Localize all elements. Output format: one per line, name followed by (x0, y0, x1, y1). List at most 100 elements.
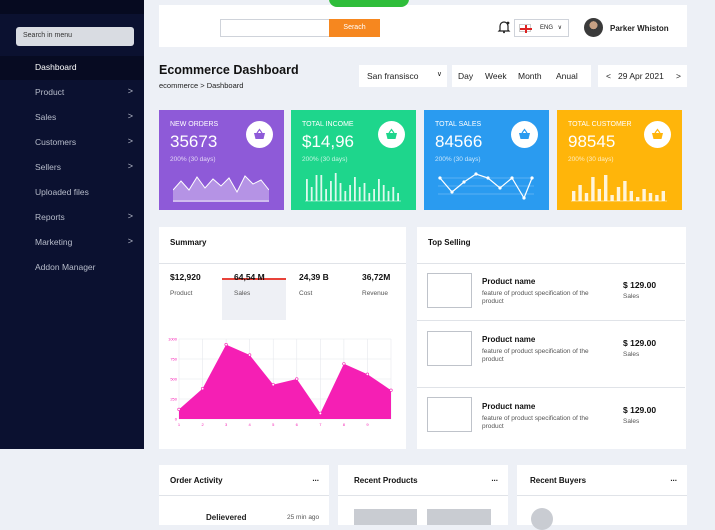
more-icon[interactable]: ... (491, 474, 498, 483)
cost-stat-value: 24,39 B (299, 272, 329, 282)
sales-stat-highlight[interactable] (222, 278, 286, 320)
y-tick-label: 0 (175, 417, 178, 422)
y-tick-label: 500 (170, 377, 177, 382)
card-value: 35673 (170, 132, 218, 151)
x-tick-label: 4 (249, 422, 252, 427)
period-month-button[interactable]: Month (518, 71, 542, 81)
summary-area-fill (179, 344, 391, 419)
sidebar-item-sales[interactable]: Sales > (0, 106, 144, 130)
date-next-button[interactable]: > (676, 71, 681, 81)
total-income-sparkline (305, 173, 401, 202)
divider (159, 263, 406, 264)
period-selector: Day Week Month Anual (452, 65, 591, 87)
income-spark-bar (368, 193, 371, 201)
bell-icon[interactable] (497, 20, 511, 34)
language-select[interactable]: ENG ∨ (514, 19, 569, 37)
period-week-button[interactable]: Week (485, 71, 507, 81)
sidebar-item-marketing[interactable]: Marketing > (0, 231, 144, 255)
basket-icon[interactable] (246, 121, 273, 148)
basket-icon[interactable] (644, 121, 671, 148)
income-spark-bar (358, 187, 361, 201)
summary-data-point[interactable] (224, 342, 228, 347)
more-icon[interactable]: ... (670, 474, 677, 483)
order-time: 25 min ago (287, 514, 320, 521)
period-day-button[interactable]: Day (458, 71, 473, 81)
y-tick-label: 250 (170, 397, 177, 402)
customer-spark-bar (584, 193, 589, 201)
x-tick-label: 2 (201, 422, 204, 427)
period-anual-button[interactable]: Anual (556, 71, 578, 81)
sidebar-item-dashboard[interactable]: Dashboard (0, 56, 144, 80)
avatar[interactable] (584, 18, 603, 37)
customer-spark-bar (648, 193, 653, 201)
divider (417, 263, 685, 264)
buyer-avatar[interactable] (531, 508, 553, 530)
card-subtext: 200% (30 days) (302, 156, 348, 163)
x-tick-label: 1 (178, 422, 181, 427)
card-subtext: 200% (30 days) (435, 156, 481, 163)
customer-spark-bar (636, 197, 640, 201)
summary-data-point[interactable] (342, 362, 346, 366)
revenue-stat-label: Revenue (362, 290, 389, 297)
search-button[interactable]: Serach (329, 19, 380, 37)
recent-products-panel: Recent Products ... (338, 465, 508, 525)
sales-stat-value: 64,54 M (234, 272, 265, 282)
sidebar-item-customers[interactable]: Customers > (0, 131, 144, 155)
divider (417, 387, 685, 388)
income-spark-bar (310, 187, 313, 201)
divider (159, 495, 329, 496)
customer-spark-bar (572, 191, 576, 201)
summary-title: Summary (170, 238, 207, 247)
date-prev-button[interactable]: < (606, 71, 611, 81)
search-input[interactable] (220, 19, 330, 37)
total-income-card: TOTAL INCOME $14,96 200% (30 days) (291, 110, 416, 210)
product-stat-value: $12,920 (170, 272, 201, 282)
user-name[interactable]: Parker Whiston (610, 24, 669, 33)
city-select[interactable]: San fransisco ∨ (359, 65, 447, 87)
top-bar: Serach ENG ∨ Parker Whiston (159, 0, 687, 47)
more-icon[interactable]: ... (312, 474, 319, 483)
order-activity-title: Order Activity (170, 476, 223, 485)
summary-data-point[interactable] (200, 386, 205, 391)
sidebar-search-input[interactable]: Search in menu (16, 27, 134, 46)
sidebar-item-product[interactable]: Product > (0, 81, 144, 105)
summary-data-point[interactable] (389, 388, 393, 392)
income-spark-bar (349, 185, 351, 201)
sales-stat-label: Sales (234, 290, 251, 297)
date-picker: < 29 Apr 2021 > (598, 65, 687, 87)
sidebar-item-sellers[interactable]: Sellers > (0, 156, 144, 180)
sidebar-item-addon-manager[interactable]: Addon Manager (0, 256, 144, 280)
product-thumbnail[interactable] (427, 509, 491, 525)
card-label: TOTAL INCOME (302, 121, 354, 128)
product-description: feature of product specification of the … (482, 415, 589, 430)
income-spark-bar (373, 189, 375, 201)
income-spark-bar (334, 173, 337, 201)
new-orders-card: NEW ORDERS 35673 200% (30 days) (159, 110, 284, 210)
chevron-down-icon: ∨ (436, 71, 442, 78)
summary-data-point[interactable] (295, 377, 299, 381)
breadcrumb[interactable]: ecommerce > Dashboard (159, 81, 243, 90)
top-selling-title: Top Selling (428, 238, 471, 247)
card-subtext: 200% (30 days) (568, 156, 614, 163)
product-price: $ 129.00 (623, 338, 657, 348)
product-description: feature of product specification of the … (482, 348, 589, 363)
sidebar-item-uploaded-files[interactable]: Uploaded files (0, 181, 144, 205)
sidebar-item-label: Product (35, 87, 65, 97)
summary-area-chart: 1000 750 500 250 01 2 3 4 5 6 7 8 9 (168, 337, 393, 427)
sidebar-item-reports[interactable]: Reports > (0, 206, 144, 230)
basket-icon[interactable] (378, 121, 405, 148)
summary-data-point[interactable] (365, 372, 370, 376)
x-tick-label: 7 (319, 422, 322, 427)
summary-data-point[interactable] (248, 353, 252, 357)
summary-data-point[interactable] (271, 382, 275, 387)
product-thumbnail[interactable] (354, 509, 417, 525)
summary-data-point[interactable] (177, 407, 181, 411)
income-spark-bar (397, 193, 399, 201)
customer-spark-bar (661, 191, 665, 201)
basket-icon[interactable] (511, 121, 538, 148)
total-customer-sparkline (571, 175, 667, 202)
summary-data-point[interactable] (318, 411, 322, 415)
date-label[interactable]: 29 Apr 2021 (618, 71, 664, 81)
chevron-right-icon: > (127, 86, 133, 96)
x-tick-label: 9 (366, 422, 369, 427)
